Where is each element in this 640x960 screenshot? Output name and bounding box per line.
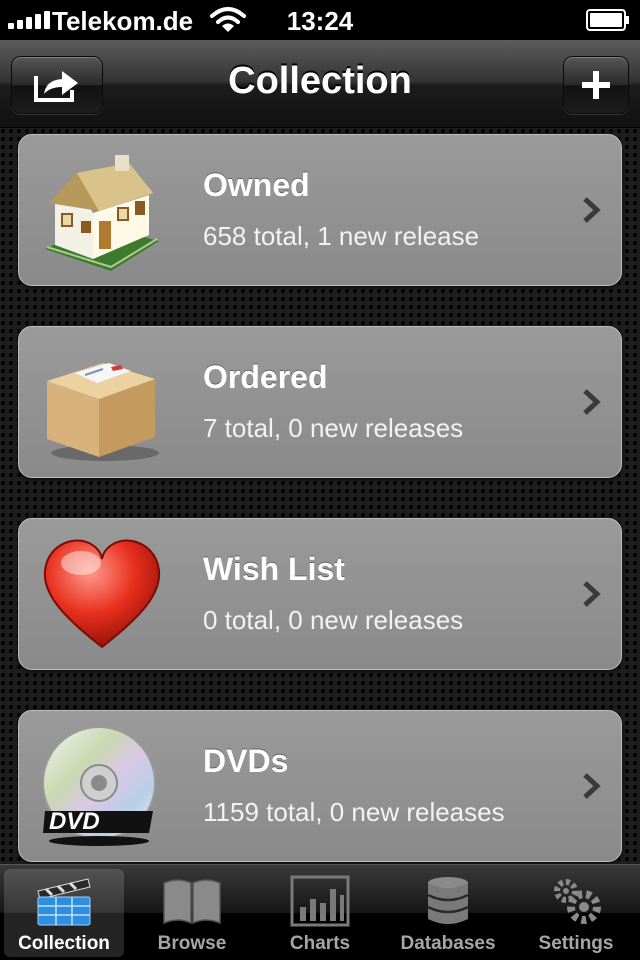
package-icon	[47, 363, 159, 461]
collection-list: Owned 658 total, 1 new release Ordered 7…	[0, 128, 640, 864]
tab-databases[interactable]: Databases	[388, 869, 508, 957]
share-button[interactable]	[11, 56, 103, 114]
list-item-wish-list[interactable]: Wish List 0 total, 0 new releases	[18, 518, 622, 670]
list-item-owned[interactable]: Owned 658 total, 1 new release	[18, 134, 622, 286]
add-button[interactable]	[563, 56, 629, 114]
chevron-right-icon	[583, 581, 601, 607]
tab-label: Browse	[157, 933, 227, 954]
plus-icon	[582, 71, 610, 99]
clapperboard-icon	[37, 878, 91, 926]
list-item-title: Ordered	[203, 359, 328, 395]
tab-bar: Collection Browse Charts Databases Setti…	[0, 864, 640, 960]
status-time: 13:24	[286, 6, 354, 36]
navigation-bar: Collection	[0, 40, 640, 128]
list-item-subtitle: 1159 total, 0 new releases	[203, 797, 505, 827]
house-icon	[45, 155, 159, 271]
svg-text:DVD: DVD	[49, 808, 100, 835]
list-item-subtitle: 658 total, 1 new release	[203, 221, 480, 251]
battery-icon	[586, 9, 629, 31]
dvd-icon: DVD	[42, 726, 156, 846]
database-icon	[427, 877, 469, 924]
tab-label: Charts	[289, 933, 351, 954]
chevron-right-icon	[583, 773, 601, 799]
book-icon	[163, 879, 221, 925]
chevron-right-icon	[583, 197, 601, 223]
heart-icon	[43, 539, 161, 649]
bar-chart-icon	[290, 875, 350, 927]
page-title: Collection	[228, 60, 412, 102]
list-item-title: Wish List	[203, 551, 345, 587]
list-item-subtitle: 0 total, 0 new releases	[203, 605, 464, 635]
tab-label: Databases	[400, 933, 496, 954]
share-icon	[34, 71, 78, 102]
tab-label: Settings	[538, 933, 614, 954]
status-bar: Telekom.de 13:24	[0, 0, 640, 40]
list-item-title: Owned	[203, 167, 310, 203]
tab-settings[interactable]: Settings	[516, 869, 636, 957]
list-item-ordered[interactable]: Ordered 7 total, 0 new releases	[18, 326, 622, 478]
list-item-dvds[interactable]: DVD DVDs 1159 total, 0 new releases	[18, 710, 622, 862]
gears-icon	[554, 879, 601, 924]
list-item-subtitle: 7 total, 0 new releases	[203, 413, 464, 443]
tab-label: Collection	[18, 933, 110, 954]
tab-charts[interactable]: Charts	[260, 869, 380, 957]
tab-browse[interactable]: Browse	[132, 869, 252, 957]
chevron-right-icon	[583, 389, 601, 415]
tab-collection[interactable]: Collection	[4, 869, 124, 957]
list-item-title: DVDs	[203, 743, 289, 779]
